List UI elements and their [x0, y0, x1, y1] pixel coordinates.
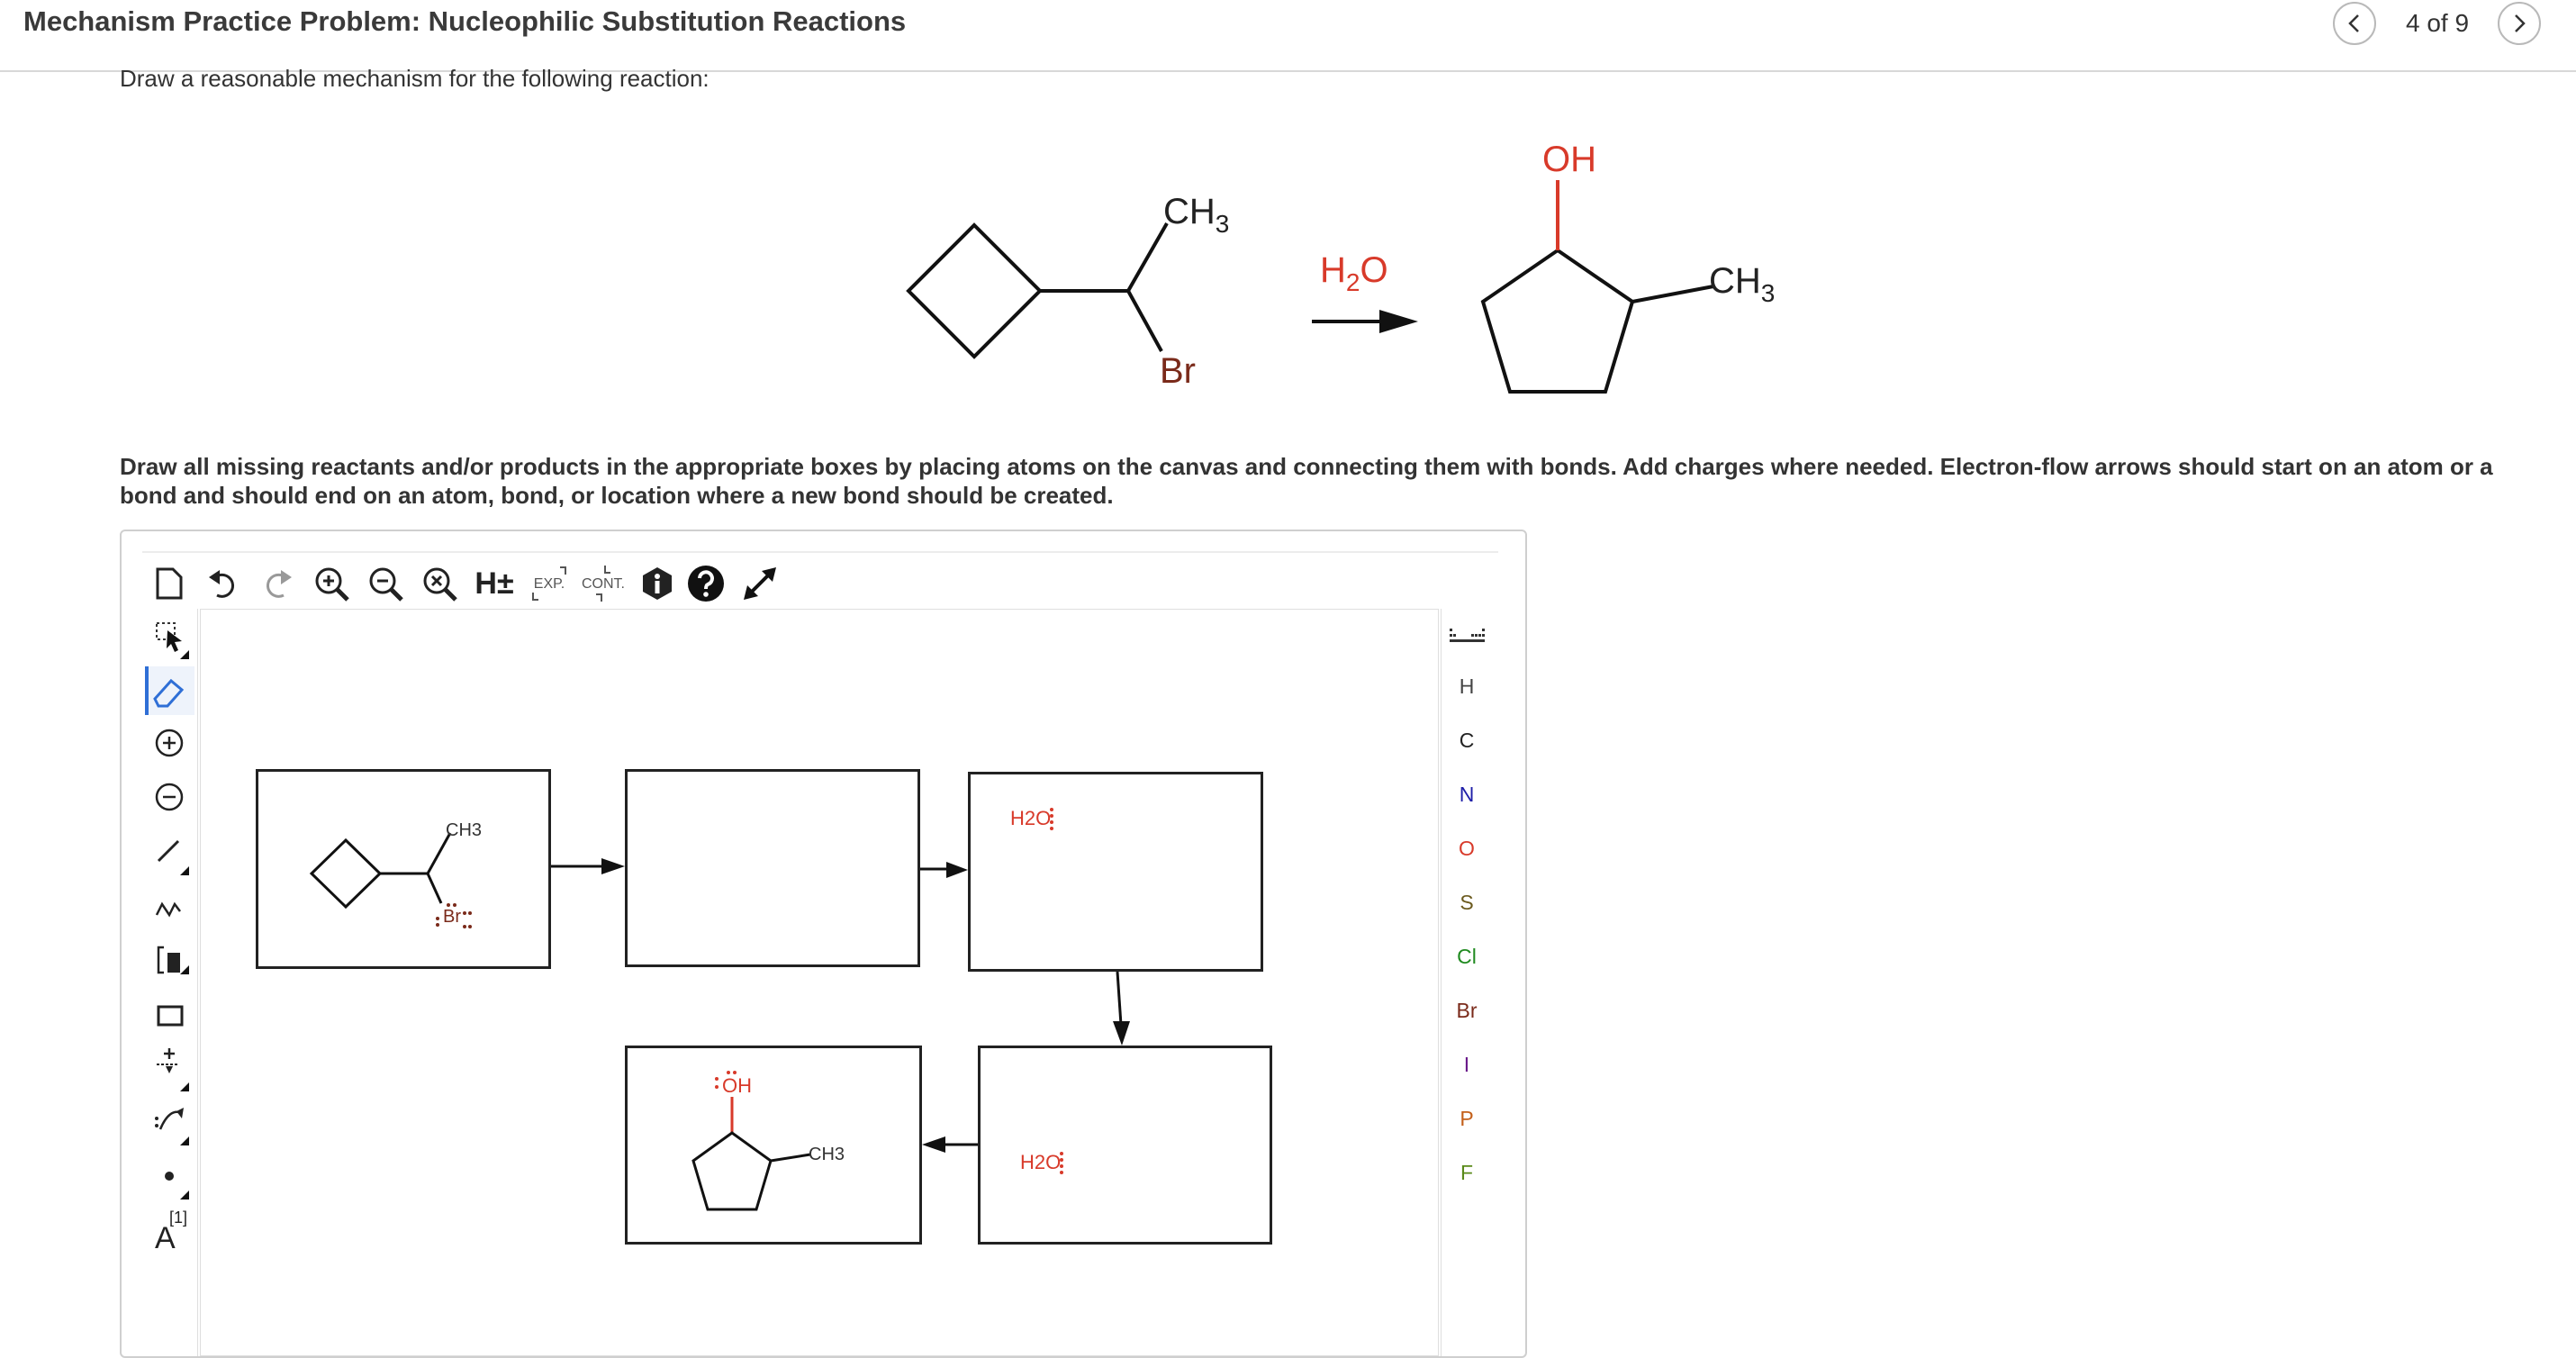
mechanism-arrow-4	[922, 1136, 978, 1153]
mechanism-arrow-3	[1113, 971, 1130, 1046]
mechanism-arrow-1	[551, 858, 625, 874]
mechanism-arrow-2	[920, 862, 968, 878]
box1-molecule	[309, 832, 452, 910]
canvas-drawing: CH3 Br H2O H2O OH CH3	[309, 807, 1130, 1211]
box5-water-label: H2O	[1020, 1151, 1061, 1173]
box4-ch3-label: CH3	[809, 1145, 845, 1164]
box1-br-label: Br	[443, 907, 461, 927]
box1-ch3-label: CH3	[446, 820, 482, 840]
box3-water-label: H2O	[1010, 807, 1051, 829]
box4-oh-label: OH	[722, 1074, 752, 1097]
box4-molecule	[691, 1131, 811, 1211]
